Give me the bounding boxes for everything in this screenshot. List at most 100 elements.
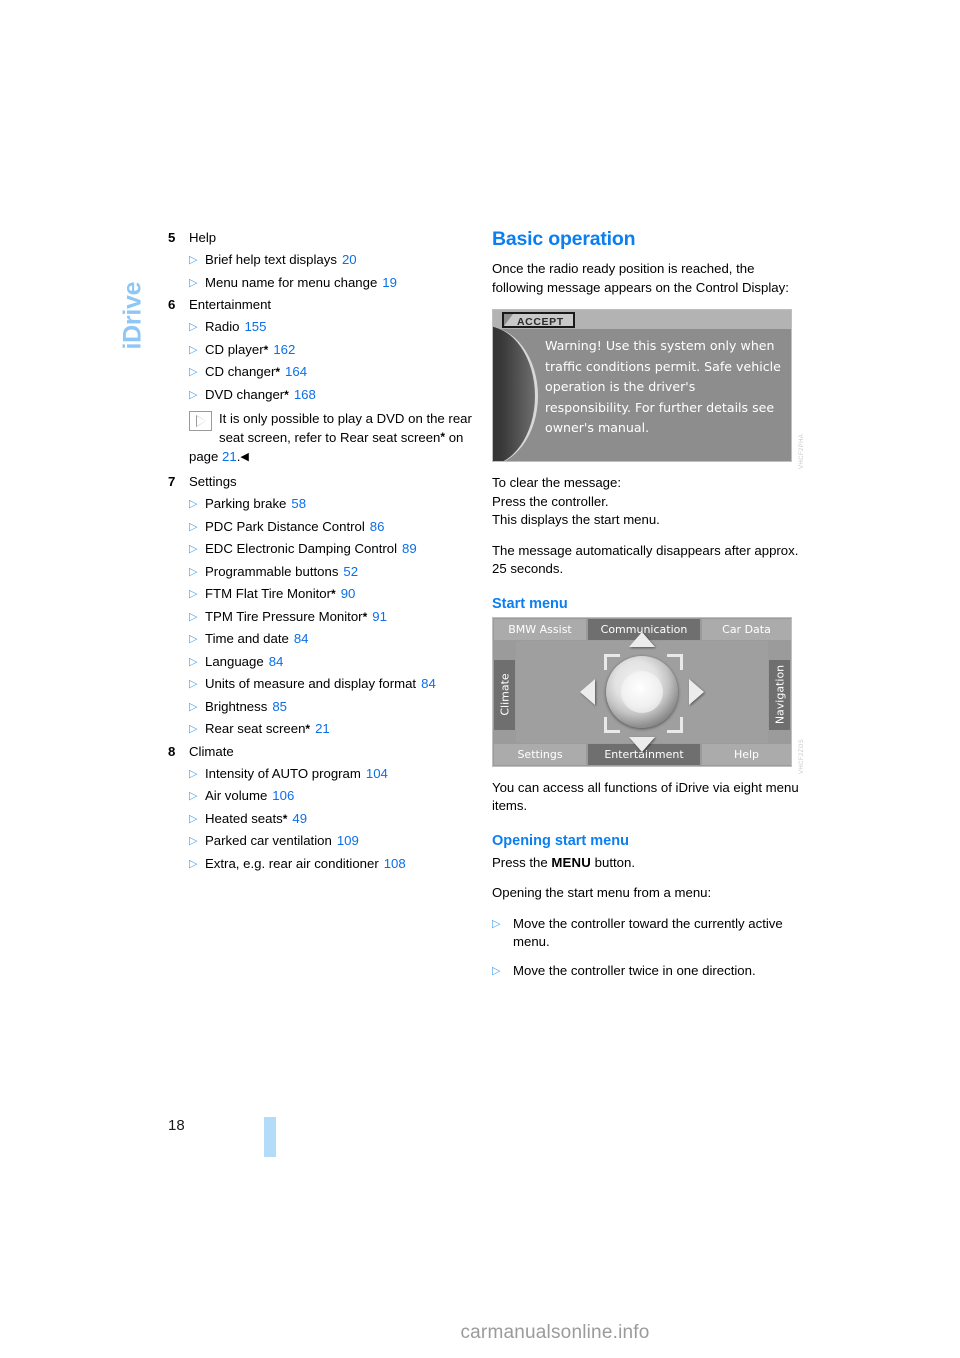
toc-item-label: Programmable buttons	[205, 563, 339, 579]
triangle-bullet-icon: ▷	[189, 610, 198, 623]
menu-item-car-data[interactable]: Car Data	[702, 618, 791, 640]
toc-item[interactable]: ▷ Language 84	[189, 652, 480, 672]
group-number: 8	[168, 743, 176, 759]
left-column: 5 Help ▷ Brief help text displays 20 ▷ Me…	[168, 228, 480, 876]
arrow-up-icon	[629, 631, 655, 647]
toc-item-page[interactable]: 104	[366, 764, 388, 784]
group-heading: 6 Entertainment	[168, 295, 480, 315]
menu-button-key: MENU	[551, 854, 592, 870]
toc-item[interactable]: ▷ Time and date 84	[189, 629, 480, 649]
intro-paragraph: Once the radio ready position is reached…	[492, 261, 789, 295]
auto-dismiss-paragraph: The message automatically disappears aft…	[492, 542, 799, 577]
access-functions-paragraph: You can access all functions of iDrive v…	[492, 779, 799, 814]
triangle-bullet-icon: ▷	[189, 812, 198, 825]
toc-item[interactable]: ▷ TPM Tire Pressure Monitor * 91	[189, 607, 480, 627]
toc-item[interactable]: ▷ CD changer * 164	[189, 362, 480, 382]
clear-message-instructions: To clear the message: Press the controll…	[492, 475, 660, 527]
menu-item-navigation-label: Navigation	[773, 664, 786, 725]
bracket-bottom-right-icon	[667, 716, 683, 733]
toc-item-page[interactable]: 84	[294, 629, 309, 649]
toc-item-page[interactable]: 89	[402, 539, 417, 559]
toc-item[interactable]: ▷ Brief help text displays 20	[189, 250, 480, 270]
toc-item-page[interactable]: 84	[421, 674, 436, 694]
toc-group-entertainment: 6 Entertainment ▷ Radio 155 ▷ CD player * 1…	[168, 295, 480, 466]
toc-item-page[interactable]: 52	[343, 562, 358, 582]
start-menu-heading: Start menu	[492, 595, 568, 612]
controller-knob-icon	[606, 655, 678, 728]
manual-page: iDrive 5 Help ▷ Brief help text displays…	[0, 0, 960, 1358]
toc-item-label: Menu name for menu change	[205, 274, 378, 290]
display-curve-decoration	[493, 326, 538, 461]
toc-item[interactable]: ▷ DVD changer * 168	[189, 385, 480, 405]
page-number: 18	[168, 1117, 185, 1134]
group-number: 6	[168, 297, 176, 312]
triangle-bullet-icon: ▷	[189, 767, 198, 780]
toc-item-page[interactable]: 168	[294, 385, 316, 405]
toc-item[interactable]: ▷ CD player * 162	[189, 340, 480, 360]
toc-item-page[interactable]: 49	[292, 809, 307, 829]
toc-item-page[interactable]: 86	[370, 517, 385, 537]
toc-item[interactable]: ▷ EDC Electronic Damping Control 89	[189, 539, 480, 559]
toc-item[interactable]: ▷ PDC Park Distance Control 86	[189, 517, 480, 537]
toc-item-page[interactable]: 106	[272, 786, 294, 806]
toc-item[interactable]: ▷ Air volume 106	[189, 786, 480, 806]
toc-item-page[interactable]: 109	[337, 831, 359, 851]
triangle-bullet-icon: ▷	[189, 655, 198, 668]
toc-item[interactable]: ▷ Rear seat screen * 21	[189, 719, 480, 739]
bracket-top-right-icon	[667, 653, 683, 670]
toc-item-page[interactable]: 84	[269, 652, 284, 672]
group-number: 7	[168, 474, 176, 489]
toc-item-page[interactable]: 162	[273, 340, 295, 360]
menu-item-settings[interactable]: Settings	[494, 743, 586, 765]
site-watermark: carmanualsonline.info	[460, 1322, 650, 1343]
toc-item[interactable]: ▷ Parking brake 58	[189, 494, 480, 514]
toc-item-page[interactable]: 19	[382, 273, 397, 293]
arrow-right-icon	[689, 678, 704, 705]
toc-item[interactable]: ▷ Units of measure and display format 84	[189, 674, 480, 694]
menu-item-navigation[interactable]: Navigation	[769, 659, 790, 730]
toc-item[interactable]: ▷ Programmable buttons 52	[189, 562, 480, 582]
toc-item[interactable]: ▷ Extra, e.g. rear air conditioner 108	[189, 854, 480, 874]
toc-item[interactable]: ▷ Heated seats * 49	[189, 809, 480, 829]
toc-item-page[interactable]: 21	[315, 719, 330, 739]
toc-item[interactable]: ▷ Intensity of AUTO program 104	[189, 764, 480, 784]
opening-start-menu-heading: Opening start menu	[492, 832, 629, 849]
menu-item-climate-label: Climate	[498, 673, 511, 716]
accept-button[interactable]: ACCEPT	[502, 312, 575, 328]
optional-equipment-asterisk: *	[284, 387, 289, 402]
instruction-text: Move the controller twice in one directi…	[513, 962, 756, 978]
instruction-text: Move the controller toward the currently…	[513, 915, 783, 950]
toc-item[interactable]: ▷ Radio 155	[189, 317, 480, 337]
toc-item-page[interactable]: 91	[372, 607, 387, 627]
instruction-item: ▷ Move the controller twice in one direc…	[492, 962, 804, 981]
menu-item-bmw-assist[interactable]: BMW Assist	[494, 618, 586, 640]
toc-item-page[interactable]: 90	[341, 584, 356, 604]
optional-equipment-asterisk: *	[275, 365, 281, 379]
toc-item-label: FTM Flat Tire Monitor	[205, 586, 332, 601]
toc-item-label: Intensity of AUTO program	[205, 765, 361, 781]
toc-item[interactable]: ▷ Brightness 85	[189, 697, 480, 717]
toc-item-page[interactable]: 155	[244, 317, 266, 337]
group-title: Help	[189, 230, 217, 245]
toc-item-page[interactable]: 58	[291, 494, 306, 514]
toc-item-page[interactable]: 108	[384, 854, 406, 874]
toc-item[interactable]: ▷ FTM Flat Tire Monitor * 90	[189, 584, 480, 604]
dvd-note: It is only possible to play a DVD on the…	[189, 410, 480, 467]
toc-item-label: Brief help text displays	[205, 252, 337, 267]
toc-item[interactable]: ▷ Parked car ventilation 109	[189, 831, 480, 851]
toc-item-page[interactable]: 20	[342, 250, 357, 270]
toc-item[interactable]: ▷ Menu name for menu change 19	[189, 273, 480, 293]
bracket-bottom-left-icon	[604, 716, 620, 733]
toc-item-page[interactable]: 164	[285, 362, 307, 382]
toc-item-page[interactable]: 85	[272, 697, 287, 717]
menu-item-climate[interactable]: Climate	[494, 659, 515, 730]
menu-item-help[interactable]: Help	[702, 743, 791, 765]
toc-item-label: CD changer	[205, 364, 276, 379]
triangle-bullet-icon: ▷	[492, 917, 501, 930]
toc-item-label: Parking brake	[205, 496, 287, 511]
toc-item-label: Units of measure and display format	[205, 676, 417, 691]
toc-item-label: EDC Electronic Damping Control	[205, 541, 398, 556]
arrow-down-icon	[629, 736, 655, 752]
note-text: It is only possible to play a DVD on the…	[219, 410, 472, 446]
note-page-ref[interactable]: 21	[222, 449, 237, 464]
